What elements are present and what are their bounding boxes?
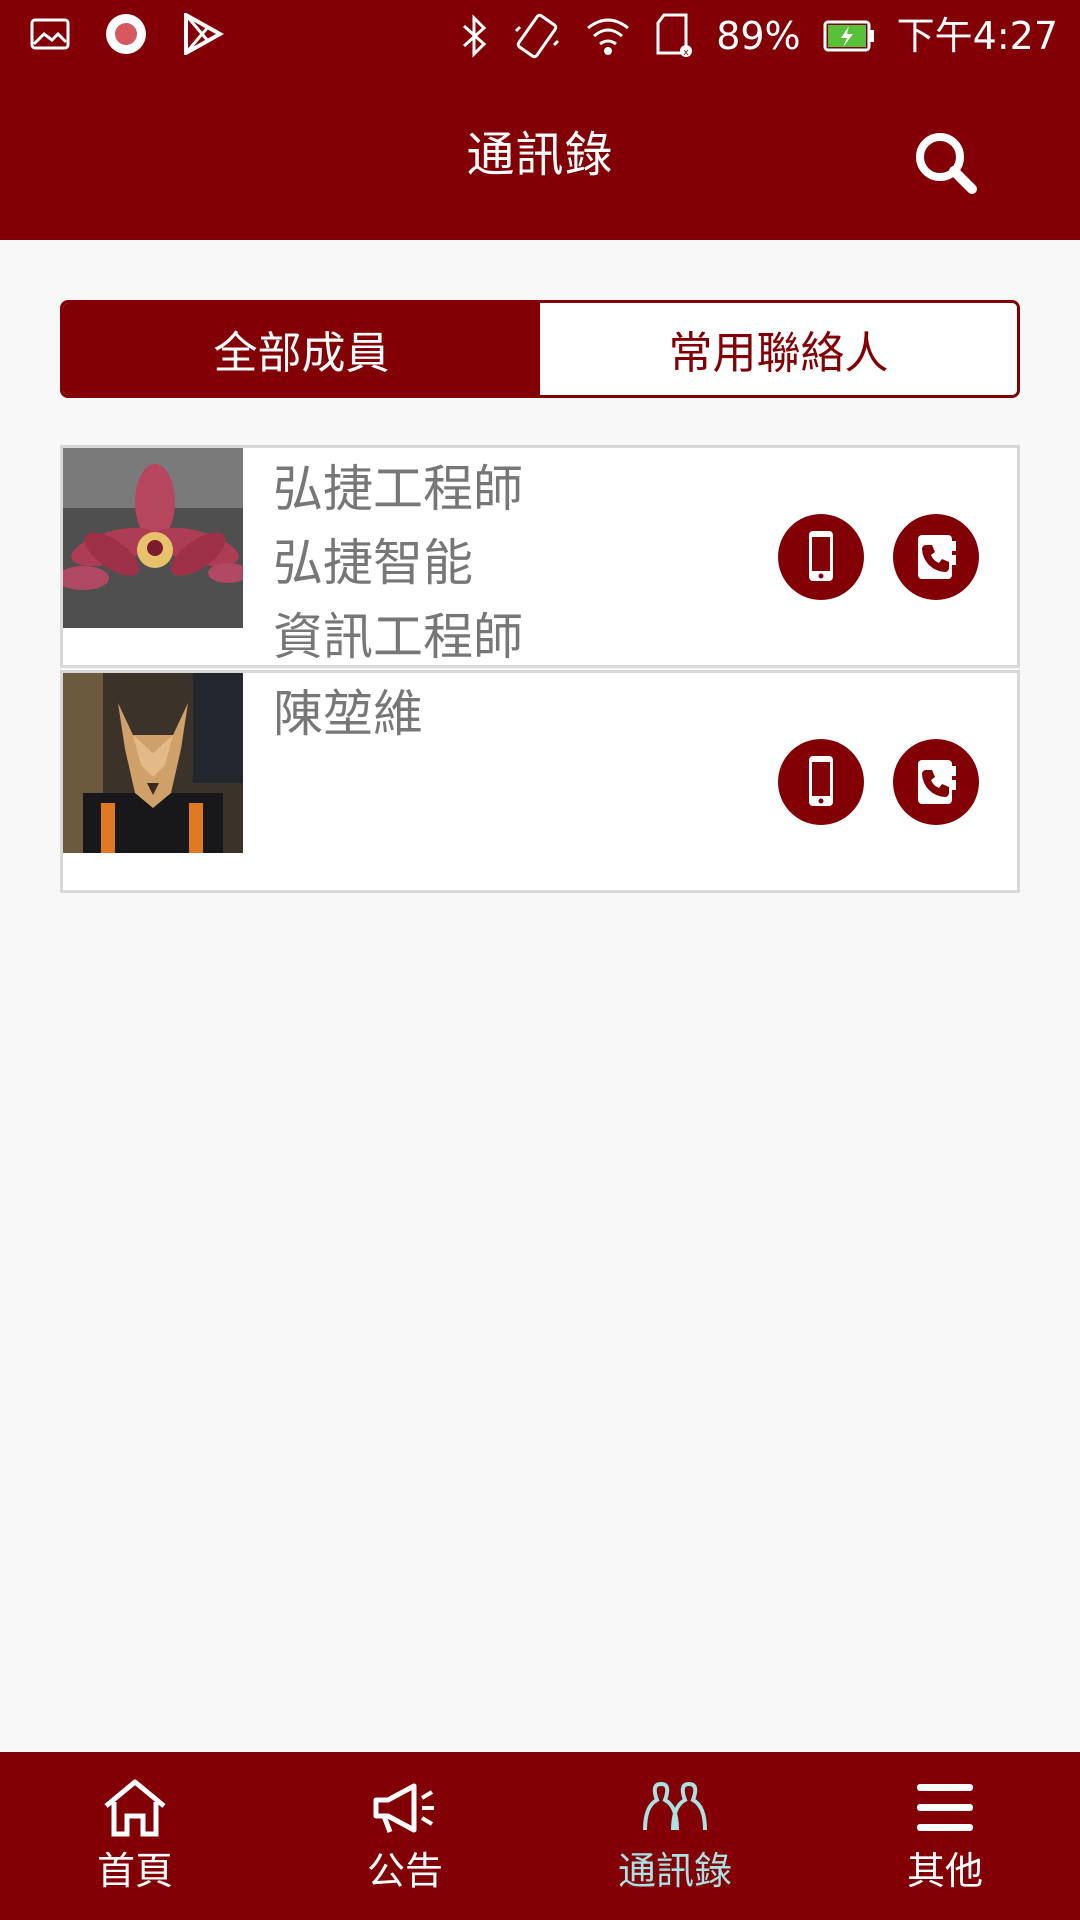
nav-announcements[interactable]: 公告 — [270, 1752, 540, 1920]
home-icon — [100, 1778, 170, 1838]
mobile-phone-icon — [801, 754, 841, 810]
bottom-nav: 首頁 公告 通訊錄 其他 — [0, 1752, 1080, 1920]
nav-more-label: 其他 — [906, 1848, 983, 1893]
nav-announcements-label: 公告 — [366, 1848, 443, 1893]
contact-info: 陳堃維 — [273, 677, 423, 751]
sd-card-icon: x — [654, 13, 694, 59]
avatar — [63, 673, 243, 853]
record-icon — [104, 12, 148, 56]
bluetooth-icon — [460, 14, 490, 58]
time: 下午4:27 — [896, 14, 1058, 58]
play-store-icon — [182, 13, 224, 55]
contacts-icon — [637, 1778, 713, 1838]
status-bar: x 89% 下午4:27 — [0, 0, 1080, 75]
menu-icon — [913, 1778, 977, 1838]
search-icon — [910, 127, 982, 199]
status-right-icons: x 89% 下午4:27 — [460, 8, 1058, 64]
avatar — [63, 448, 243, 628]
status-left-icons — [30, 12, 224, 56]
tab-favorites[interactable]: 常用聯絡人 — [540, 303, 1017, 395]
contact-name: 弘捷工程師 — [273, 460, 523, 518]
vibrate-icon — [512, 13, 562, 59]
contact-row[interactable]: 弘捷工程師 弘捷智能 資訊工程師 — [60, 445, 1020, 668]
contact-company: 弘捷智能 — [273, 534, 473, 592]
battery-percent: 89% — [716, 14, 801, 58]
call-phone-button[interactable] — [893, 514, 979, 600]
megaphone-icon — [370, 1778, 440, 1838]
call-mobile-button[interactable] — [778, 514, 864, 600]
nav-contacts[interactable]: 通訊錄 — [540, 1752, 810, 1920]
nav-home-label: 首頁 — [96, 1848, 173, 1893]
image-icon — [30, 18, 70, 50]
nav-more[interactable]: 其他 — [810, 1752, 1080, 1920]
wifi-icon — [584, 14, 632, 58]
phone-book-icon — [912, 531, 960, 583]
mobile-phone-icon — [801, 529, 841, 585]
contact-title: 資訊工程師 — [273, 608, 523, 666]
call-phone-button[interactable] — [893, 739, 979, 825]
contact-name: 陳堃維 — [273, 685, 423, 743]
phone-book-icon — [912, 756, 960, 808]
contact-row[interactable]: 陳堃維 — [60, 670, 1020, 893]
search-button[interactable] — [906, 123, 986, 203]
call-mobile-button[interactable] — [778, 739, 864, 825]
nav-contacts-label: 通訊錄 — [617, 1848, 732, 1893]
svg-text:x: x — [684, 48, 690, 58]
tab-all-members[interactable]: 全部成員 — [63, 303, 540, 395]
battery-charging-icon — [823, 20, 875, 52]
app-bar: 通訊錄 — [0, 75, 1080, 240]
member-tab-switch: 全部成員 常用聯絡人 — [60, 300, 1020, 398]
nav-home[interactable]: 首頁 — [0, 1752, 270, 1920]
contact-info: 弘捷工程師 弘捷智能 資訊工程師 — [273, 452, 523, 674]
